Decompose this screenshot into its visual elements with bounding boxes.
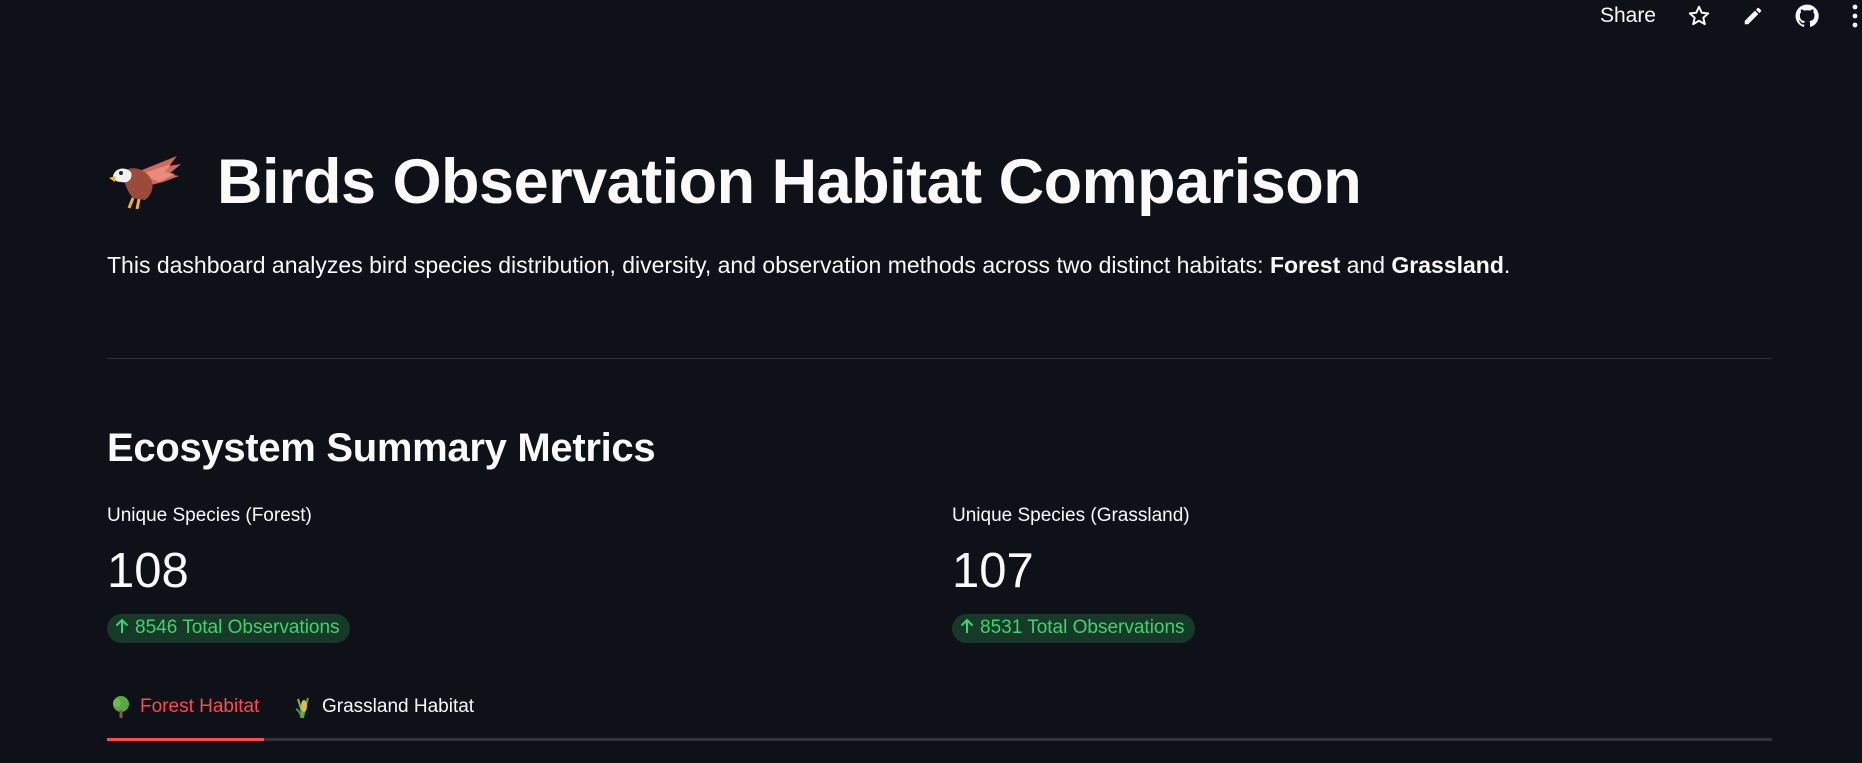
description-middle: and — [1340, 252, 1392, 278]
section-divider — [107, 358, 1772, 359]
page-description: This dashboard analyzes bird species dis… — [107, 252, 1510, 279]
page-title: Birds Observation Habitat Comparison — [107, 146, 1362, 218]
top-toolbar: Share — [1600, 0, 1862, 32]
habitat-forest-emphasis: Forest — [1269, 252, 1341, 278]
metric-delta-text: 8531 Total Observations — [980, 617, 1185, 638]
metric-value: 107 — [952, 544, 1034, 598]
section-heading: Ecosystem Summary Metrics — [107, 426, 656, 470]
page-title-text: Birds Observation Habitat Comparison — [217, 147, 1362, 217]
arrow-up-icon — [960, 618, 974, 639]
metric-delta-badge: 8546 Total Observations — [107, 614, 350, 643]
eagle-icon — [107, 152, 183, 212]
tree-icon — [110, 695, 132, 719]
description-suffix: . — [1503, 252, 1511, 278]
pencil-icon[interactable] — [1740, 3, 1766, 29]
metric-delta-badge: 8531 Total Observations — [952, 614, 1195, 643]
metric-grassland: Unique Species (Grassland) 107 8531 Tota… — [952, 505, 1552, 643]
more-vertical-icon[interactable] — [1848, 3, 1862, 29]
metric-label: Unique Species (Grassland) — [952, 505, 1190, 526]
metric-label: Unique Species (Forest) — [107, 505, 312, 526]
tab-label: Forest Habitat — [140, 696, 260, 717]
share-button[interactable]: Share — [1600, 4, 1656, 28]
star-icon[interactable] — [1686, 3, 1712, 29]
metric-value: 108 — [107, 544, 189, 598]
tab-active-indicator — [107, 738, 264, 741]
arrow-up-icon — [115, 618, 129, 639]
habitat-grassland-emphasis: Grassland — [1391, 252, 1504, 278]
github-icon[interactable] — [1794, 3, 1820, 29]
habitat-tabs: Forest Habitat Grassland Habitat — [107, 692, 1772, 742]
metric-forest: Unique Species (Forest) 108 8546 Total O… — [107, 505, 707, 643]
tab-baseline — [107, 738, 1772, 741]
description-prefix: This dashboard analyzes bird species dis… — [107, 252, 1270, 278]
metric-delta-text: 8546 Total Observations — [135, 617, 340, 638]
tab-label: Grassland Habitat — [322, 696, 475, 717]
tab-grassland-habitat[interactable]: Grassland Habitat — [292, 692, 474, 722]
grass-icon — [292, 695, 314, 719]
tab-forest-habitat[interactable]: Forest Habitat — [110, 692, 259, 722]
